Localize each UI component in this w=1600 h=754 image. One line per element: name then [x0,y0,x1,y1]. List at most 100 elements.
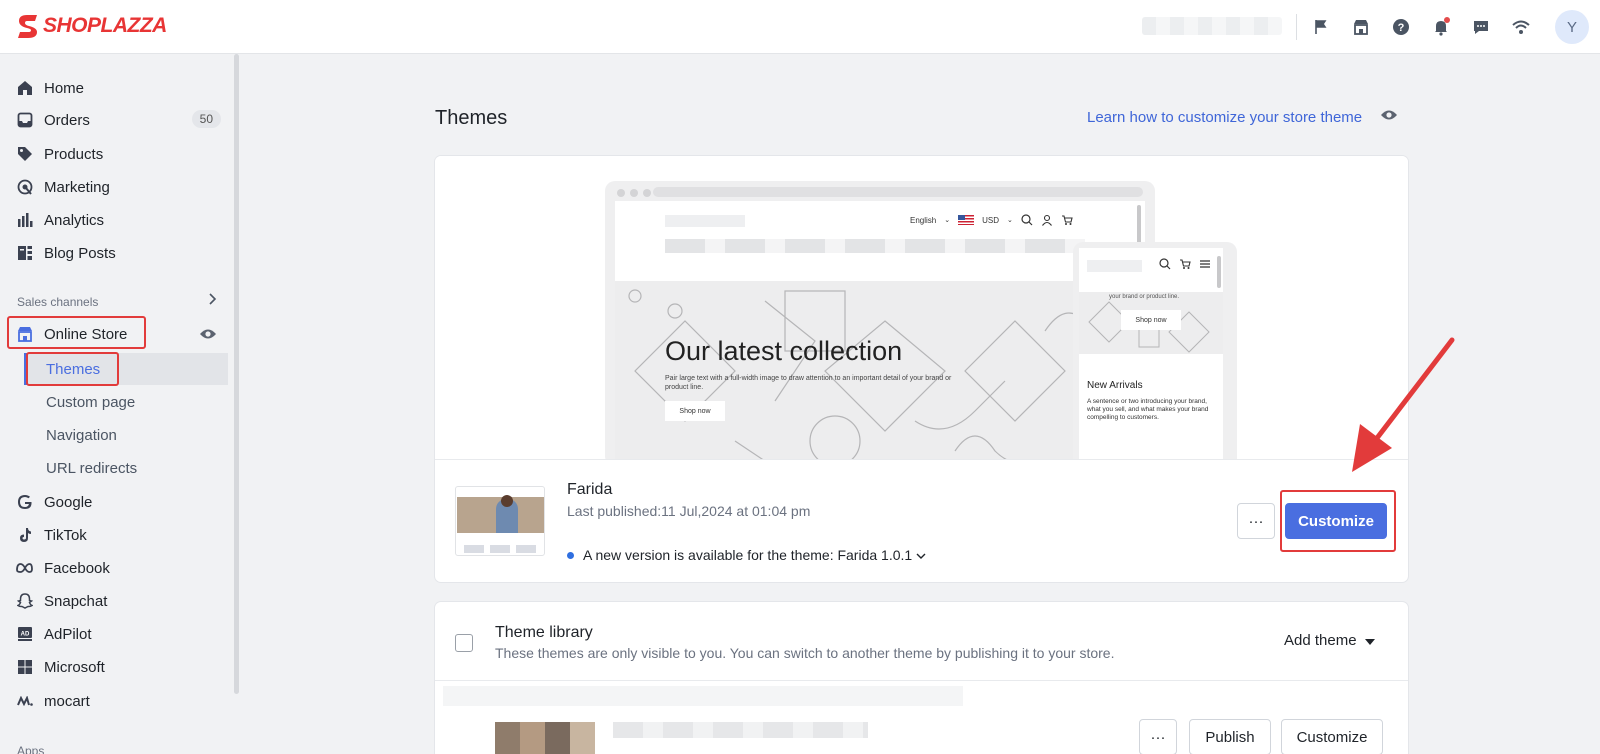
mobile-shop-now-button: Shop now [1121,310,1181,330]
library-customize-button[interactable]: Customize [1281,719,1383,754]
us-flag-icon [958,215,975,225]
mobile-new-arrivals-heading: New Arrivals [1087,380,1143,391]
desktop-screen: English ⌄ USD ⌄ Our latest collection Pa… [615,201,1145,459]
bell-icon[interactable] [1426,12,1456,42]
sidebar-item-snapchat[interactable]: Snapchat [16,587,221,615]
desktop-nav [665,239,1085,253]
mobile-preview: your brand or product line. Shop now New… [1073,242,1237,459]
theme-name: Farida [567,481,613,498]
desktop-logo [665,215,745,227]
language-currency: English ⌄ USD ⌄ [910,214,1073,226]
sidebar-item-analytics[interactable]: Analytics [16,206,221,234]
sidebar-item-microsoft[interactable]: Microsoft [16,653,221,681]
theme-last-published: Last published:11 Jul,2024 at 01:04 pm [567,503,811,519]
google-icon [16,493,34,511]
cart-icon [1180,259,1191,269]
mobile-screen: your brand or product line. Shop now New… [1079,248,1223,459]
currency-label: USD [982,215,1000,225]
wifi-icon[interactable] [1506,12,1536,42]
avatar[interactable]: Y [1555,10,1589,44]
library-more-actions-button[interactable]: ··· [1139,719,1177,754]
store-name[interactable] [1142,17,1282,35]
divider [435,680,1408,681]
tag-icon [16,145,34,163]
library-row-header [443,686,963,706]
marketing-icon [16,178,34,196]
blog-icon [16,244,34,262]
eye-icon[interactable] [1380,108,1398,127]
sidebar-item-tiktok[interactable]: TikTok [16,521,221,549]
highlight-customize [1280,490,1396,552]
sidebar-item-navigation[interactable]: Navigation [46,422,117,448]
top-bar: SHOPLAZZA ? Y [0,0,1600,54]
ad-icon: AD [16,625,34,643]
bar-chart-icon [16,211,34,229]
sidebar-item-label: Orders [44,111,90,129]
snapchat-icon [16,592,34,610]
apps-label: Apps [17,744,45,754]
add-theme-dropdown[interactable]: Add theme [1284,632,1375,649]
current-theme-card: English ⌄ USD ⌄ Our latest collection Pa… [435,156,1408,582]
cart-icon [1061,215,1073,225]
sidebar-item-label: Analytics [44,211,105,229]
sidebar-item-label: TikTok [44,526,87,544]
sidebar-item-label: AdPilot [44,625,92,643]
publish-button[interactable]: Publish [1189,719,1271,754]
chat-icon[interactable] [1466,12,1496,42]
shoplazza-logo[interactable]: SHOPLAZZA [16,13,167,39]
sidebar-item-mocart[interactable]: mocart [16,687,221,715]
library-description: These themes are only visible to you. Yo… [495,645,1115,661]
sidebar-item-facebook[interactable]: Facebook [16,554,221,582]
sidebar-item-label: Facebook [44,559,110,577]
orders-count-badge: 50 [191,110,221,128]
sidebar-item-label: Marketing [44,178,110,196]
sidebar-item-custom-page[interactable]: Custom page [46,389,135,415]
svg-text:?: ? [1398,22,1405,34]
sidebar-item-adpilot[interactable]: AD AdPilot [16,620,221,648]
library-checkbox[interactable] [455,634,473,652]
chevron-right-icon[interactable] [207,293,217,308]
topbar-icons: ? [1306,12,1536,42]
library-theme-thumbnail [495,722,595,754]
search-icon [1021,214,1033,226]
inbox-icon [16,111,34,129]
help-icon[interactable]: ? [1386,12,1416,42]
sidebar-item-products[interactable]: Products [16,140,221,168]
learn-customize-link[interactable]: Learn how to customize your store theme [1087,109,1362,126]
sidebar-item-label: Blog Posts [44,244,116,262]
sidebar-item-blog-posts[interactable]: Blog Posts [16,239,221,267]
caret-down-icon [1364,632,1375,649]
sidebar-item-marketing[interactable]: Marketing [16,173,221,201]
language-label: English [910,215,937,225]
apps-header[interactable]: Apps [17,744,217,754]
sidebar-item-label: URL redirects [46,459,138,477]
user-icon [1041,214,1052,226]
sidebar-scrollbar[interactable] [234,54,239,694]
sidebar-item-url-redirects[interactable]: URL redirects [46,455,137,481]
flag-icon[interactable] [1306,12,1336,42]
topbar-divider [1296,14,1297,40]
theme-preview[interactable]: English ⌄ USD ⌄ Our latest collection Pa… [435,156,1408,460]
theme-thumbnail [455,486,545,556]
highlight-online-store [7,316,146,349]
library-title: Theme library [495,624,593,641]
shoplazza-logo-icon [16,13,40,39]
sidebar-item-label: Microsoft [44,658,105,676]
sidebar-item-label: mocart [44,692,90,710]
chevron-down-icon: ⌄ [944,217,951,224]
search-icon [1159,258,1171,270]
microsoft-icon [16,658,34,676]
eye-icon[interactable] [199,327,217,346]
mobile-new-arrivals-desc: A sentence or two introducing your brand… [1087,398,1209,422]
store-icon[interactable] [1346,12,1376,42]
sidebar-item-home[interactable]: Home [16,74,221,102]
theme-update-notice[interactable]: A new version is available for the theme… [567,547,926,563]
home-icon [16,79,34,97]
mobile-hero: your brand or product line. Shop now [1079,292,1223,354]
sidebar-item-label: Home [44,79,85,97]
sidebar-item-google[interactable]: Google [16,488,221,516]
sidebar-item-orders[interactable]: Orders 50 [16,106,221,134]
sales-channels-header[interactable]: Sales channels [17,293,217,309]
more-actions-button[interactable]: ··· [1237,503,1275,539]
sidebar-item-label: Navigation [46,426,117,444]
